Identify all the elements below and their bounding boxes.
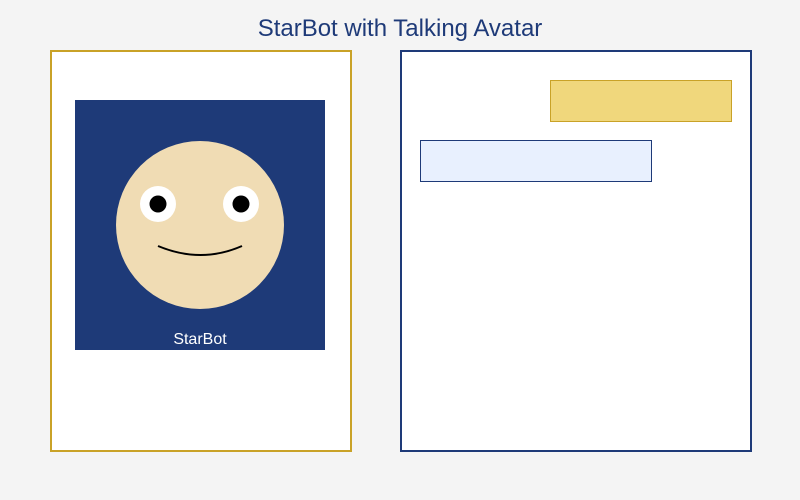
- avatar-panel: StarBot: [50, 50, 352, 452]
- avatar-face-icon: [116, 141, 284, 309]
- face-icon: [116, 141, 284, 309]
- left-pupil-icon: [149, 195, 167, 213]
- avatar-name-label: StarBot: [173, 331, 227, 348]
- right-pupil-icon: [232, 195, 250, 213]
- chat-panel[interactable]: [400, 50, 752, 452]
- page-title: StarBot with Talking Avatar: [257, 15, 543, 42]
- user-message-bubble: [550, 80, 732, 122]
- avatar-stage: StarBot: [75, 100, 325, 350]
- bot-message-bubble: [420, 140, 652, 182]
